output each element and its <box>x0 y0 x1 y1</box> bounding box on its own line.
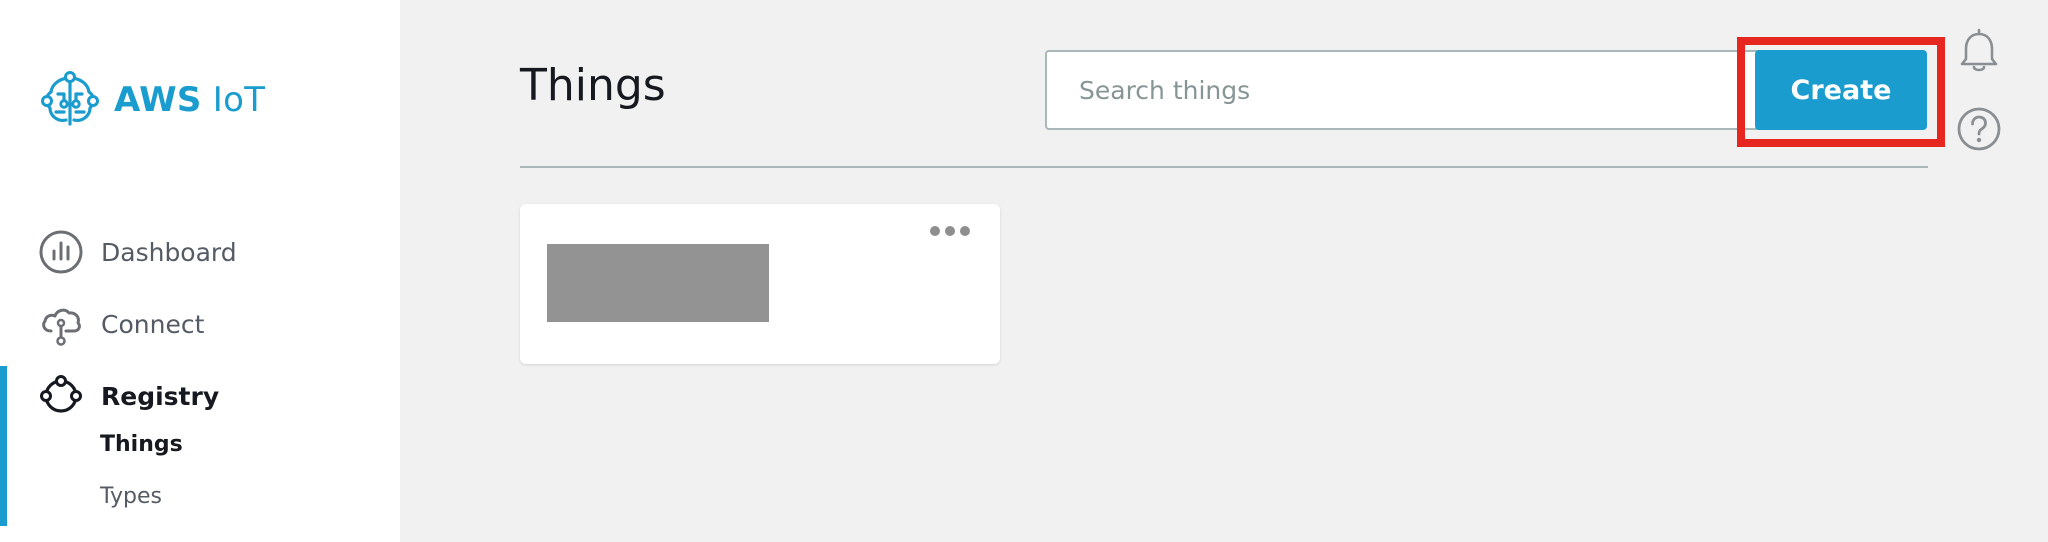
thing-card[interactable] <box>520 204 1000 364</box>
active-indicator <box>0 366 7 526</box>
sidebar: AWS IoT Dashboard Connect Registry Thing… <box>0 0 400 542</box>
sidebar-item-label: Connect <box>101 309 205 339</box>
sidebar-item-label: Dashboard <box>101 237 237 267</box>
brand-name-light: IoT <box>201 80 266 120</box>
menu-dot <box>930 226 940 236</box>
help-icon[interactable] <box>1955 105 2003 153</box>
registry-nodes-icon <box>40 375 82 413</box>
bell-icon[interactable] <box>1955 28 2003 76</box>
brand-name: AWS IoT <box>114 80 265 120</box>
sidebar-item-connect[interactable]: Connect <box>38 298 204 350</box>
sidebar-item-registry[interactable]: Registry <box>38 370 219 422</box>
brand-name-bold: AWS <box>114 80 202 120</box>
page-title: Things <box>520 60 666 111</box>
iot-brain-icon <box>41 71 99 126</box>
more-dots-icon[interactable] <box>926 222 974 240</box>
menu-dot <box>960 226 970 236</box>
brand-logo-link[interactable]: AWS IoT <box>38 68 265 132</box>
cloud-connect-icon <box>42 308 81 346</box>
sidebar-item-dashboard[interactable]: Dashboard <box>38 226 237 278</box>
sidebar-subitem-things[interactable]: Things <box>100 432 183 457</box>
sidebar-subitem-types[interactable]: Types <box>100 484 162 509</box>
chart-circle-icon <box>39 230 83 274</box>
thing-name-redacted <box>547 244 769 322</box>
sidebar-item-label: Registry <box>101 381 220 411</box>
menu-dot <box>945 226 955 236</box>
search-input[interactable] <box>1045 50 1805 130</box>
header-divider <box>520 166 1928 168</box>
create-button[interactable]: Create <box>1755 50 1927 130</box>
